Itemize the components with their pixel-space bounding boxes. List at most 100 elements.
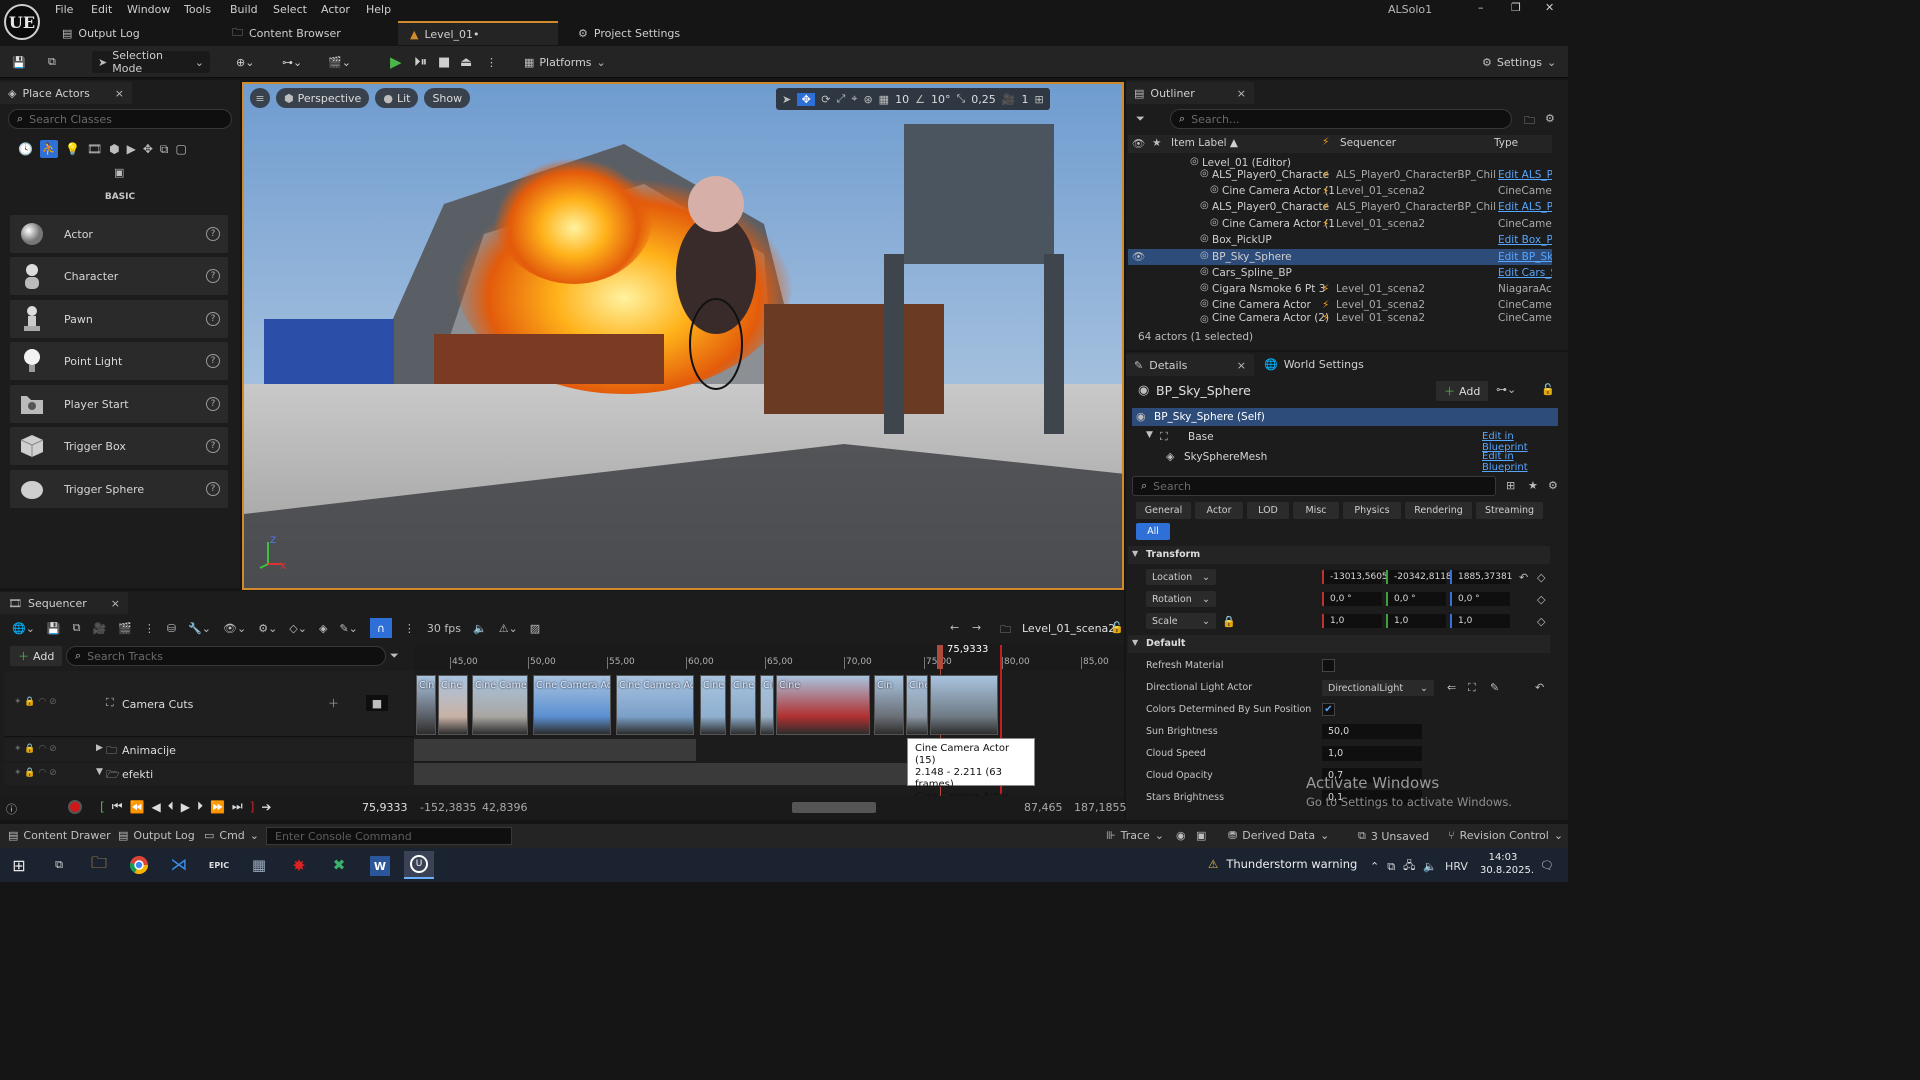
outliner-type-cell[interactable]: Edit Cars_S [1498,267,1552,279]
category-lod[interactable]: LOD [1247,502,1289,519]
revision-control-dropdown[interactable]: ⑂ Revision Control ⌄ [1448,829,1563,842]
file-explorer-icon[interactable]: 🗀 [84,851,114,879]
tab-content-browser[interactable]: 🗀 Content Browser [220,21,353,45]
actor-item-pawn[interactable]: Pawn ? [10,300,228,338]
surface-snap-icon[interactable]: ⊛ [863,93,872,106]
keyframe-diamond-icon[interactable]: ◇ [1537,593,1545,606]
tab-world-settings[interactable]: 🌐 World Settings [1264,358,1364,371]
save-icon[interactable]: 💾 [12,51,26,73]
gear-icon[interactable]: ⚙ [1548,479,1558,492]
actor-item-character[interactable]: Character ? [10,257,228,295]
property-matrix-icon[interactable]: ⊞ [1506,479,1515,492]
jump-end-icon[interactable]: ⏭ [232,799,243,814]
outliner-type-cell[interactable]: Edit ALS_Pl [1498,169,1552,181]
advance-frame-icon[interactable]: ⏵⏸ [414,51,427,73]
outliner-row[interactable]: 👁 ◎BP_Sky_Sphere Edit BP_Sky [1128,249,1552,265]
outliner-search-input[interactable]: ⌕ Search... [1170,109,1512,129]
angle-snap-value[interactable]: 10° [931,93,951,106]
frame-rate-label[interactable]: 30 fps [427,622,461,635]
perspective-button[interactable]: ⬢ Perspective [276,88,370,108]
cloud-speed-field[interactable]: 1,0 [1322,746,1422,761]
blueprint-icon[interactable]: ⊶⌄ [282,51,302,73]
location-y-field[interactable]: -20342,8118 [1386,570,1452,584]
column-sequencer[interactable]: Sequencer [1340,137,1396,149]
category-streaming[interactable]: Streaming [1476,502,1543,519]
task-view-icon[interactable]: ⧉ [44,851,74,879]
sun-brightness-field[interactable]: 50,0 [1322,724,1422,739]
snap-magnet-icon[interactable]: ∩ [369,618,392,638]
help-icon[interactable]: ? [206,482,220,496]
output-log-button[interactable]: ▤ Output Log [118,829,195,842]
minimize-button[interactable]: – [1478,1,1484,14]
edit-in-blueprint-link[interactable]: Edit in Blueprint [1482,451,1558,473]
grid-snap-value[interactable]: 10 [895,93,909,106]
tray-chevron-icon[interactable]: ⌃ [1370,860,1379,873]
volume-icon[interactable]: 🔈 [1423,860,1437,873]
stop-icon[interactable]: ■ [438,51,450,73]
animacije-section-bar[interactable] [414,739,696,761]
track-controls-icon[interactable]: ✦ 🔒 ◠ ⊘ [14,697,57,707]
network-icon[interactable]: 🖧 [1403,857,1415,876]
more-options-icon[interactable]: ⋮ [144,622,155,635]
auto-key-icon[interactable]: ◈ [319,622,327,635]
eject-icon[interactable]: ⏏ [460,51,472,73]
scale-z-field[interactable]: 1,0 [1450,614,1510,628]
word-icon[interactable]: W [370,856,390,876]
column-item-label[interactable]: Item Label ▲ [1171,137,1238,149]
track-controls-icon[interactable]: ✦ 🔒 ◠ ⊘ [14,744,57,754]
eyedropper-icon[interactable]: ✎ [1490,681,1499,694]
level-viewport[interactable]: ≡ ⬢ Perspective ● Lit Show ➤ ✥ ⟳ ⤢ ⌖ ⊛ ▦ 10… [242,82,1124,590]
clapper-icon[interactable]: 🎬 [118,622,132,635]
category-physics[interactable]: Physics [1343,502,1401,519]
camera-cut-clip[interactable]: Cine [776,675,870,735]
close-icon[interactable]: × [111,597,120,610]
current-time-field[interactable]: 75,9333 [362,801,408,814]
rotation-x-field[interactable]: 0,0 ° [1322,592,1382,606]
track-animacije[interactable]: ✦ 🔒 ◠ ⊘ ▶ 🗀 Animacije [4,739,414,761]
outliner-type-cell[interactable]: Edit ALS_Pl [1498,201,1552,213]
console-command-input[interactable]: Enter Console Command [266,827,512,845]
clock[interactable]: 14:03 30.8.2025. [1480,851,1534,877]
world-dropdown-icon[interactable]: 🌐⌄ [12,622,35,635]
help-icon[interactable]: ? [206,269,220,283]
volumes-icon[interactable]: ✥ [143,142,153,156]
camera-cut-clip[interactable]: Cine Camera Ac [616,675,694,735]
rotate-icon[interactable]: ⟳ [821,93,830,106]
location-x-field[interactable]: -13013,5605 [1322,570,1388,584]
favorite-star-icon[interactable]: ★ [1528,479,1538,492]
working-start-field[interactable]: 87,465 [1024,801,1063,814]
scale-x-field[interactable]: 1,0 [1322,614,1382,628]
trace-dropdown[interactable]: ⊪ Trace ⌄ [1106,829,1164,842]
search-tracks-input[interactable]: ⌕ Search Tracks [66,646,386,666]
language-indicator[interactable]: HRV [1445,860,1468,873]
outliner-row[interactable]: ◎ Cigara Nsmoke 6 Pt 3 ⚡ Level_01_scena2 Nia… [1128,281,1552,297]
outliner-row[interactable]: ◎ Cine Camera Actor (2) ⚡ Level_01_scena2 Ci… [1128,313,1552,323]
refresh-material-checkbox[interactable] [1322,659,1335,672]
tray-app-icon[interactable]: ⧉ [1387,860,1395,874]
scale-icon[interactable]: ⤢ [836,92,845,106]
unreal-taskbar-icon[interactable]: U [404,851,434,879]
category-actor[interactable]: Actor [1195,502,1243,519]
directional-light-dropdown[interactable]: DirectionalLight ⌄ [1322,680,1434,696]
jump-start-icon[interactable]: ⏮ [112,799,123,814]
selection-mode-dropdown[interactable]: ➤ Selection Mode ⌄ [92,49,210,75]
save-icon[interactable]: 💾 [47,622,61,635]
timeline-scrollbar[interactable] [792,802,876,813]
record-trace-icon[interactable]: ◉ [1176,829,1186,842]
next-key-icon[interactable]: ⏩ [210,800,225,814]
menu-edit[interactable]: Edit [91,3,112,16]
menu-actor[interactable]: Actor [321,3,350,16]
lock-icon[interactable]: 🔓 [1541,383,1555,396]
track-efekti[interactable]: ✦ 🔒 ◠ ⊘ ▼ 🗁 efekti [4,763,414,785]
bake-icon[interactable]: ⛁ [167,622,176,635]
menu-select[interactable]: Select [273,3,307,16]
cinematic-icon[interactable]: 🎞 [87,142,102,156]
keyframe-diamond-icon[interactable]: ◇ [1537,571,1545,584]
actor-item-actor[interactable]: Actor ? [10,215,228,253]
close-icon[interactable]: × [115,87,124,100]
close-icon[interactable]: × [1237,87,1246,100]
visual-effects-icon[interactable]: ⬢ [109,142,119,156]
angle-snap-icon[interactable]: ∠ [915,93,925,106]
tab-place-actors[interactable]: ◈ Place Actors × [0,82,132,104]
camera-cut-clip[interactable]: Cine Camera A [906,675,928,735]
